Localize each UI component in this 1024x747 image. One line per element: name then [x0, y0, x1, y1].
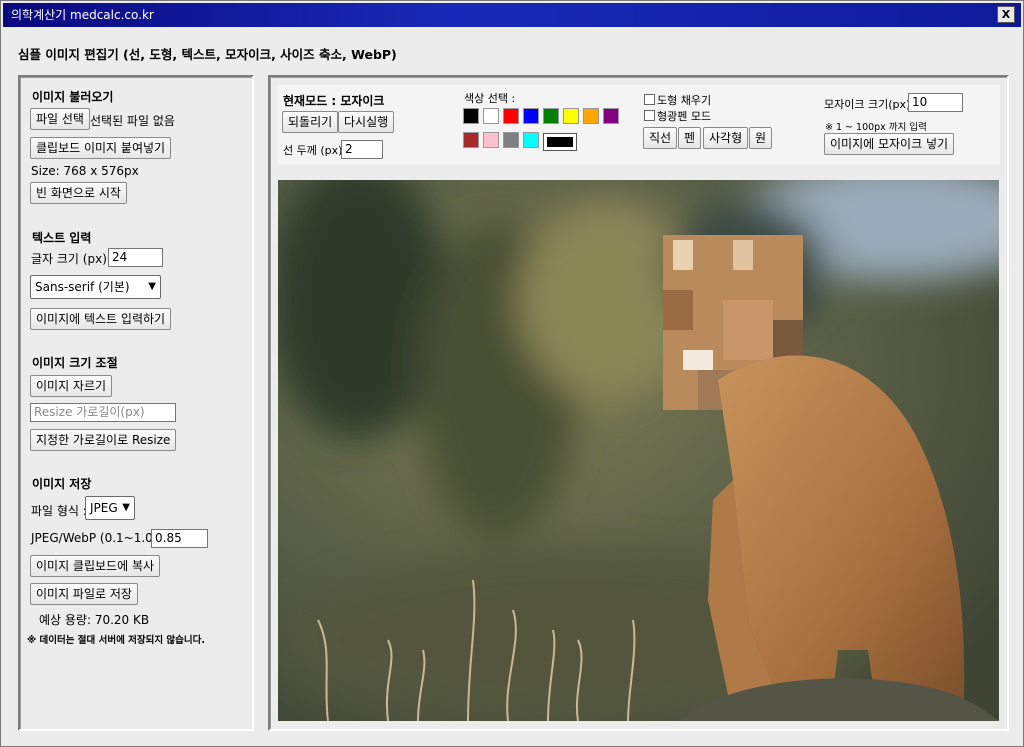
- color-swatch[interactable]: [503, 132, 519, 148]
- apply-mosaic-button[interactable]: 이미지에 모자이크 넣기: [824, 133, 955, 155]
- quality-input[interactable]: 0.85: [151, 529, 208, 548]
- app-window: 의학계산기 medcalc.co.kr X 심플 이미지 편집기 (선, 도형,…: [0, 0, 1024, 747]
- crop-button[interactable]: 이미지 자르기: [30, 375, 113, 397]
- color-swatch[interactable]: [523, 108, 539, 124]
- highlighter-label: 형광펜 모드: [657, 110, 712, 123]
- fill-shape-label: 도형 채우기: [657, 94, 712, 107]
- resize-width-input[interactable]: Resize 가로길이(px): [30, 403, 176, 422]
- format-value: JPEG: [90, 501, 118, 515]
- copy-clipboard-button[interactable]: 이미지 클립보드에 복사: [30, 555, 161, 577]
- stroke-width-input[interactable]: 2: [341, 140, 383, 159]
- font-size-input[interactable]: 24: [108, 248, 163, 267]
- font-family-select[interactable]: Sans-serif (기본) ▼: [30, 275, 161, 299]
- image-canvas[interactable]: [278, 180, 999, 721]
- undo-button[interactable]: 되돌리기: [282, 111, 339, 133]
- stroke-width-label: 선 두께 (px) :: [283, 144, 350, 157]
- format-select[interactable]: JPEG ▼: [85, 496, 135, 520]
- format-label: 파일 형식 :: [31, 504, 87, 518]
- save-file-button[interactable]: 이미지 파일로 저장: [30, 583, 138, 605]
- paste-clipboard-button[interactable]: 클립보드 이미지 붙여넣기: [30, 137, 172, 159]
- color-swatch[interactable]: [483, 132, 499, 148]
- circle-tool-button[interactable]: 원: [749, 127, 773, 149]
- color-swatch[interactable]: [603, 108, 619, 124]
- font-family-value: Sans-serif (기본): [35, 280, 130, 294]
- line-tool-button[interactable]: 직선: [643, 127, 678, 149]
- page-title: 심플 이미지 편집기 (선, 도형, 텍스트, 모자이크, 사이즈 축소, We…: [18, 47, 397, 62]
- canvas-image: [278, 180, 999, 721]
- insert-text-button[interactable]: 이미지에 텍스트 입력하기: [30, 308, 172, 330]
- rectangle-tool-button[interactable]: 사각형: [703, 127, 749, 149]
- save-heading: 이미지 저장: [32, 477, 92, 491]
- load-heading: 이미지 불러오기: [32, 90, 114, 104]
- color-swatch[interactable]: [583, 108, 599, 124]
- color-select-label: 색상 선택 :: [464, 92, 516, 105]
- quality-label: JPEG/WebP (0.1~1.0) :: [31, 531, 166, 545]
- close-button[interactable]: X: [997, 6, 1015, 23]
- text-input-heading: 텍스트 입력: [32, 231, 92, 245]
- highlighter-checkbox[interactable]: [644, 110, 655, 121]
- font-size-label: 글자 크기 (px) :: [31, 252, 115, 266]
- mosaic-size-input[interactable]: 10: [908, 93, 963, 112]
- current-mode-label: 현재모드 : 모자이크: [283, 94, 385, 108]
- chevron-down-icon: ▼: [122, 502, 130, 513]
- resize-heading: 이미지 크기 조절: [32, 356, 118, 370]
- file-status: 선택된 파일 없음: [90, 114, 175, 128]
- color-swatch[interactable]: [543, 108, 559, 124]
- color-swatch[interactable]: [563, 108, 579, 124]
- color-swatch[interactable]: [483, 108, 499, 124]
- color-swatch[interactable]: [463, 132, 479, 148]
- estimated-size: 예상 용량: 70.20 KB: [39, 613, 150, 627]
- chevron-down-icon: ▼: [148, 281, 156, 292]
- blank-canvas-button[interactable]: 빈 화면으로 시작: [30, 182, 127, 204]
- image-size-text: Size: 768 x 576px: [31, 164, 139, 178]
- mosaic-size-label: 모자이크 크기(px) :: [824, 98, 918, 111]
- color-swatch[interactable]: [463, 108, 479, 124]
- title-bar: 의학계산기 medcalc.co.kr X: [3, 3, 1021, 27]
- window-title: 의학계산기 medcalc.co.kr: [11, 8, 154, 22]
- mosaic-hint: ※ 1 ~ 100px 까지 입력: [825, 122, 927, 133]
- pen-tool-button[interactable]: 펜: [678, 127, 702, 149]
- privacy-notice: ※ 데이터는 절대 서버에 저장되지 않습니다.: [27, 635, 205, 646]
- color-swatch[interactable]: [523, 132, 539, 148]
- color-swatch[interactable]: [503, 108, 519, 124]
- fill-shape-checkbox[interactable]: [644, 94, 655, 105]
- current-color-picker[interactable]: [543, 133, 577, 151]
- resize-button[interactable]: 지정한 가로길이로 Resize: [30, 429, 177, 451]
- redo-button[interactable]: 다시실행: [338, 111, 395, 133]
- file-select-button[interactable]: 파일 선택: [30, 108, 90, 130]
